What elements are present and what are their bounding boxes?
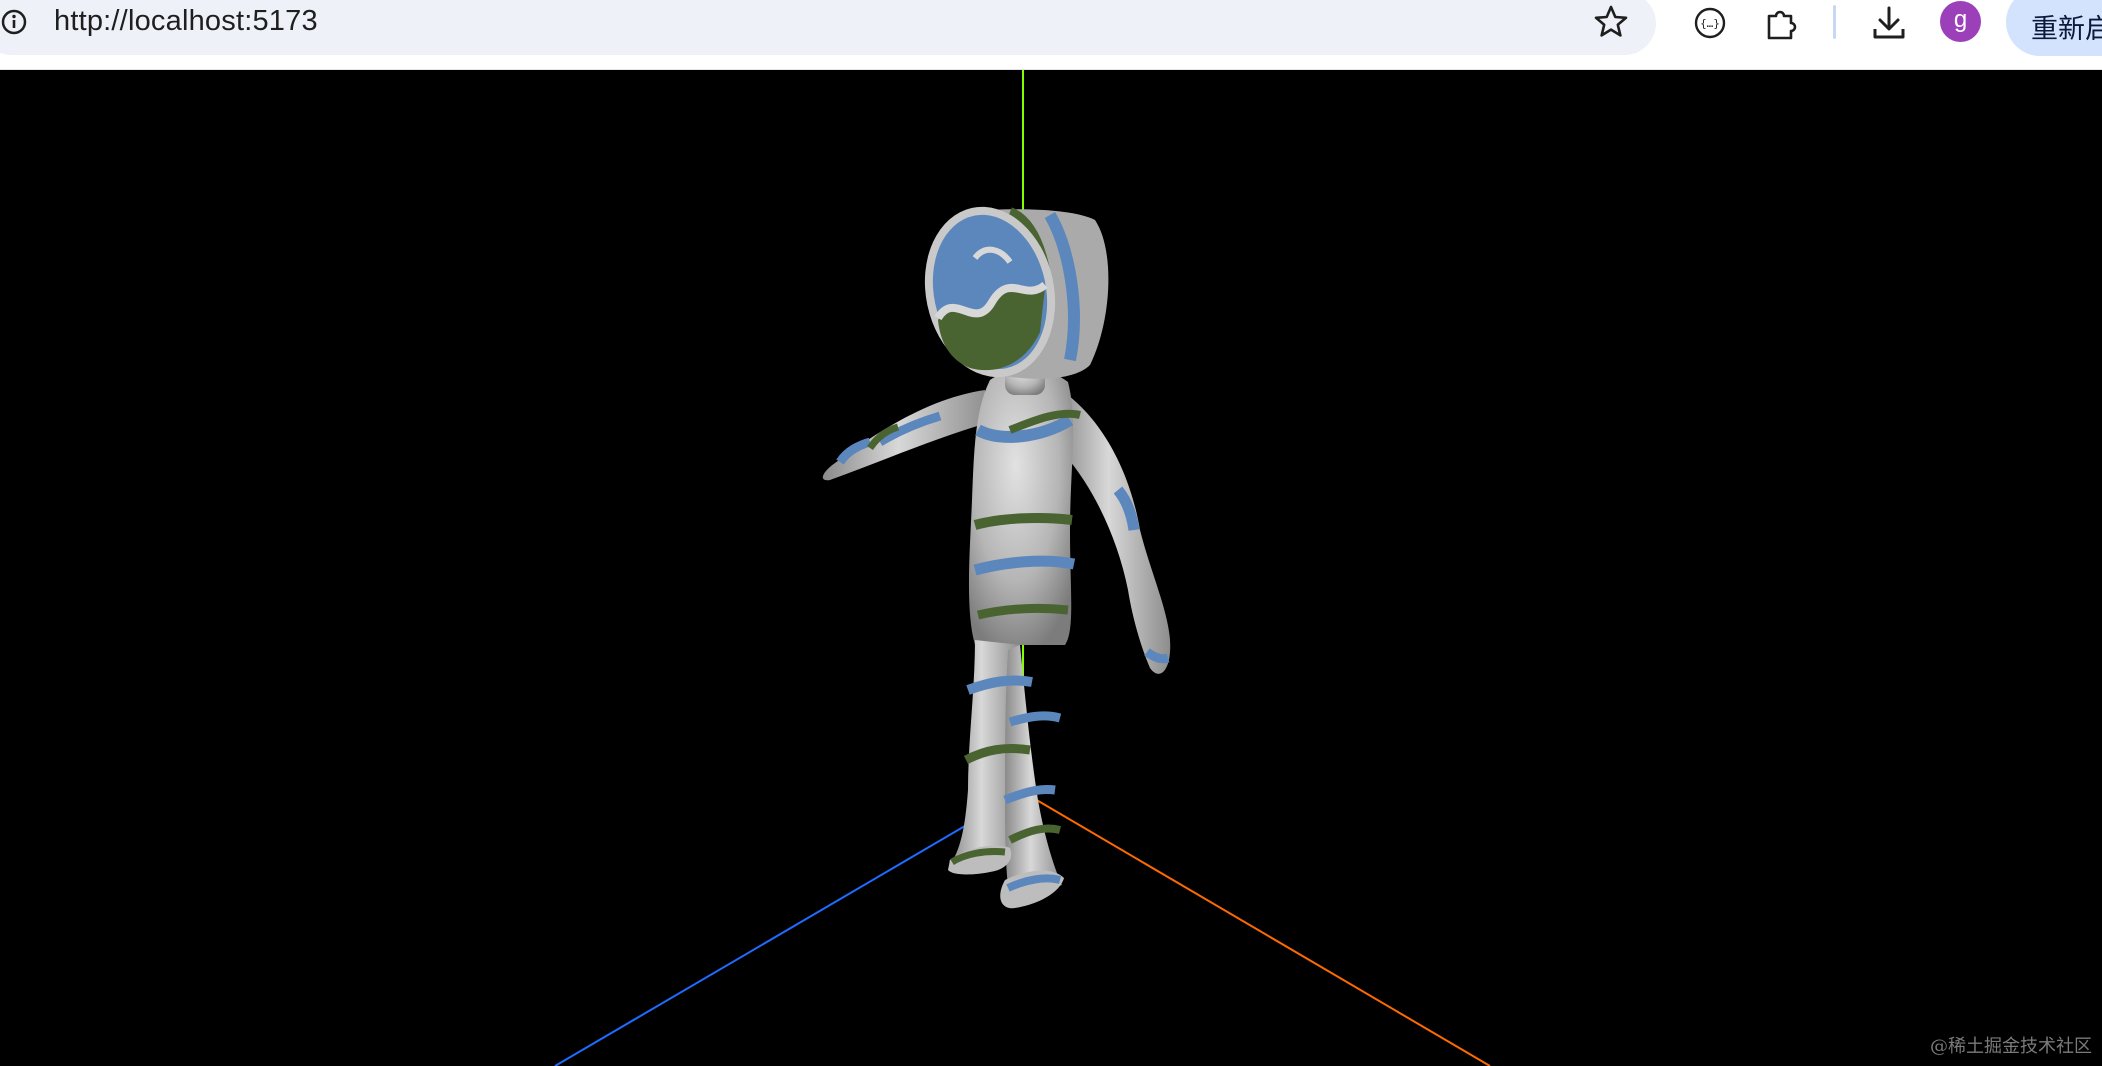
toolbar-separator (1833, 5, 1836, 39)
z-axis (554, 791, 1024, 1066)
url-text[interactable]: http://localhost:5173 (54, 5, 318, 38)
info-icon[interactable] (0, 6, 32, 38)
download-icon[interactable] (1868, 2, 1910, 44)
relaunch-label: 重新启 (2031, 14, 2102, 44)
browser-toolbar: http://localhost:5173 {…} g 重新启 (0, 0, 2102, 70)
relaunch-button[interactable]: 重新启 (2006, 0, 2102, 56)
three-viewport[interactable]: @稀土掘金技术社区 (0, 70, 2102, 1066)
svg-text:{…}: {…} (1700, 17, 1720, 30)
address-bar[interactable]: http://localhost:5173 (0, 0, 1656, 55)
x-axis (1022, 791, 1491, 1066)
profile-avatar[interactable]: g (1940, 1, 1981, 42)
puzzle-icon[interactable] (1761, 2, 1803, 44)
watermark: @稀土掘金技术社区 (1930, 1036, 2092, 1057)
code-braces-icon[interactable]: {…} (1689, 2, 1731, 44)
striped-character[interactable] (822, 195, 1171, 909)
star-icon[interactable] (1591, 2, 1631, 42)
